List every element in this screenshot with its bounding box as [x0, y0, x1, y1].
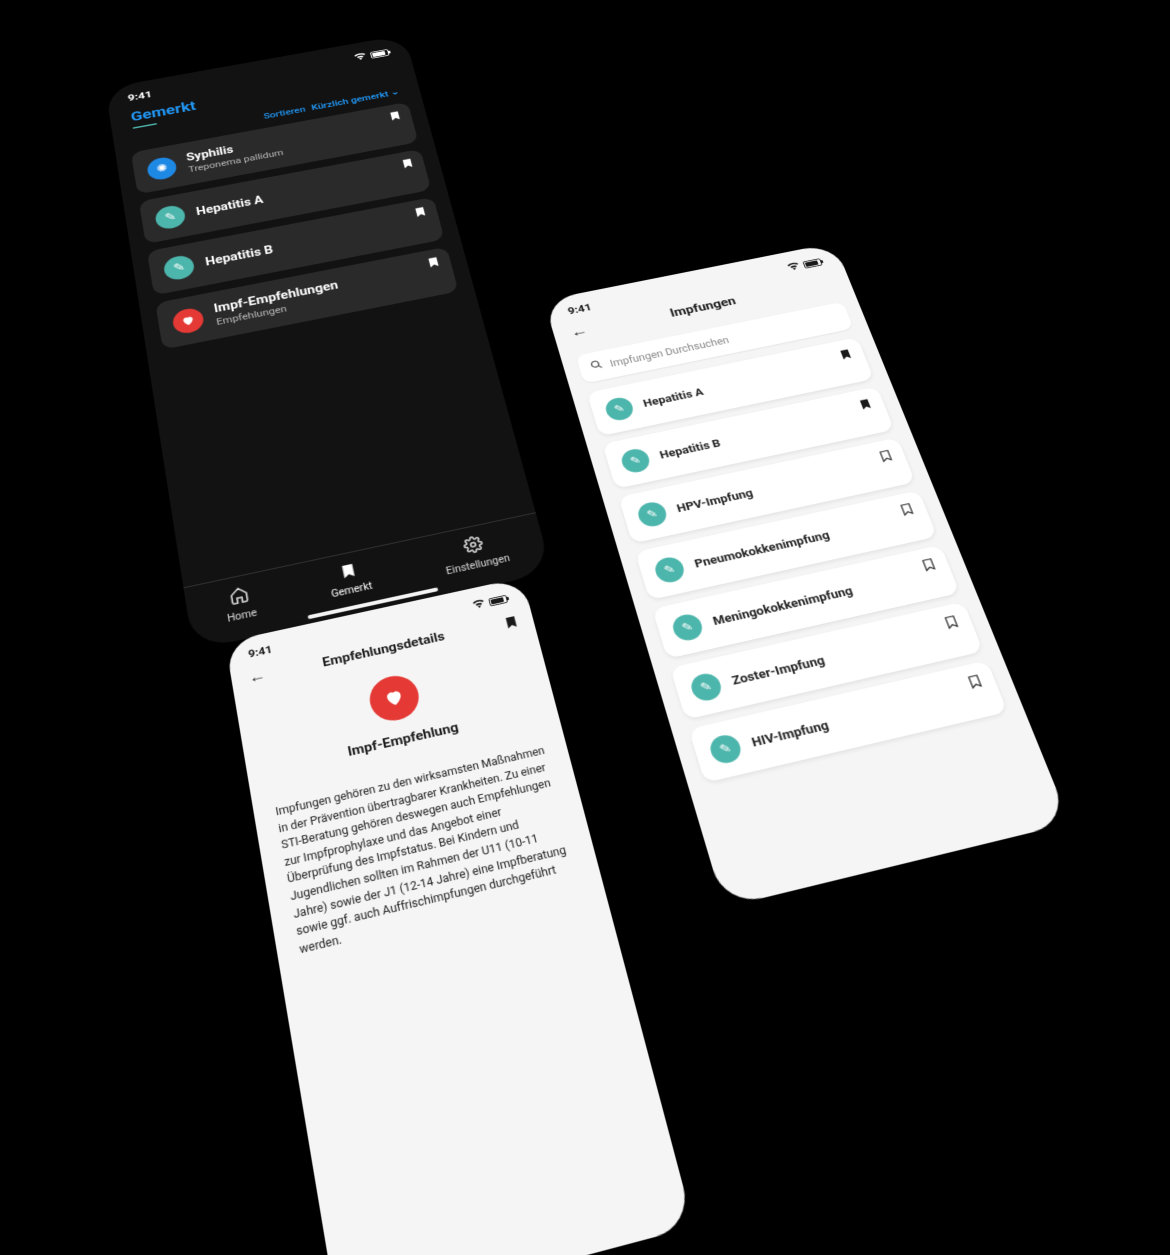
bookmark-icon[interactable] — [942, 613, 961, 630]
search-icon — [589, 359, 605, 374]
item-title: Zoster-Impfung — [730, 653, 826, 688]
vaccination-list-screen: 9:41 ← Impfungen Impfungen Durchsuchen ✎… — [544, 243, 1070, 908]
bookmark-icon[interactable] — [856, 396, 874, 411]
syringe-icon: ✎ — [635, 500, 669, 529]
chevron-down-icon: ⌄ — [390, 87, 401, 97]
item-title: Hepatitis B — [204, 244, 274, 269]
bookmark-icon[interactable] — [898, 501, 916, 517]
bookmark-icon[interactable] — [399, 156, 415, 170]
saved-screen: 9:41 Gemerkt Sortieren Kürzlich gemerkt … — [105, 35, 552, 651]
bookmark-icon[interactable] — [877, 448, 895, 464]
syringe-icon: ✎ — [688, 671, 724, 703]
syringe-icon: ✎ — [707, 732, 744, 765]
heart-icon — [366, 671, 423, 725]
bookmark-icon[interactable] — [837, 347, 854, 361]
bookmark-icon[interactable] — [425, 255, 442, 270]
nav-settings[interactable]: Einstellungen — [439, 530, 511, 577]
bookmark-icon[interactable] — [965, 672, 985, 690]
battery-icon — [370, 49, 390, 59]
wifi-icon — [352, 52, 368, 63]
battery-icon — [488, 594, 508, 606]
status-time: 9:41 — [127, 89, 153, 103]
gear-icon — [461, 534, 485, 558]
battery-icon — [802, 258, 822, 268]
syringe-icon: ✎ — [670, 612, 705, 643]
back-button[interactable]: ← — [247, 666, 267, 687]
recommendation-title: Impf-Empfehlung — [346, 719, 460, 759]
bookmark-icon[interactable] — [387, 109, 403, 122]
cellular-signal-icon — [455, 603, 469, 614]
nav-label: Gemerkt — [330, 581, 373, 600]
item-title: HIV-Impfung — [750, 718, 831, 750]
nav-label: Einstellungen — [445, 553, 511, 577]
item-title: Hepatitis B — [658, 437, 722, 462]
bookmark-icon[interactable] — [919, 556, 938, 573]
item-title: Pneumokokkenimpfung — [693, 529, 832, 571]
syringe-icon: ✎ — [162, 254, 195, 282]
heart-icon — [171, 306, 205, 335]
syringe-icon: ✎ — [154, 204, 187, 231]
pathogen-icon: ✺ — [146, 155, 178, 181]
item-title: Meningokokkenimpfung — [711, 584, 854, 628]
wifi-icon — [471, 598, 487, 611]
item-title: HPV-Impfung — [675, 487, 755, 516]
item-title: Hepatitis A — [195, 194, 264, 218]
cellular-signal-icon — [337, 56, 351, 65]
sort-label: Sortieren — [263, 105, 307, 121]
syringe-icon: ✎ — [619, 447, 652, 475]
nav-saved[interactable]: Gemerkt — [326, 559, 374, 602]
home-icon — [227, 584, 250, 609]
wifi-icon — [785, 261, 802, 273]
item-title: Hepatitis A — [642, 386, 705, 410]
back-button[interactable]: ← — [568, 322, 589, 341]
bookmark-icon — [338, 561, 359, 583]
syringe-icon: ✎ — [603, 395, 636, 422]
nav-label: Home — [227, 608, 258, 625]
syringe-icon: ✎ — [652, 555, 687, 585]
cellular-signal-icon — [770, 265, 785, 274]
bookmark-icon[interactable] — [412, 205, 428, 219]
status-time: 9:41 — [566, 302, 593, 317]
bookmark-icon[interactable] — [502, 613, 518, 628]
recommendation-detail-screen: 9:41 ← Empfehlungsdetails Impf-Empfehlun… — [225, 577, 694, 1255]
status-time: 9:41 — [247, 644, 273, 661]
nav-home[interactable]: Home — [222, 583, 258, 624]
